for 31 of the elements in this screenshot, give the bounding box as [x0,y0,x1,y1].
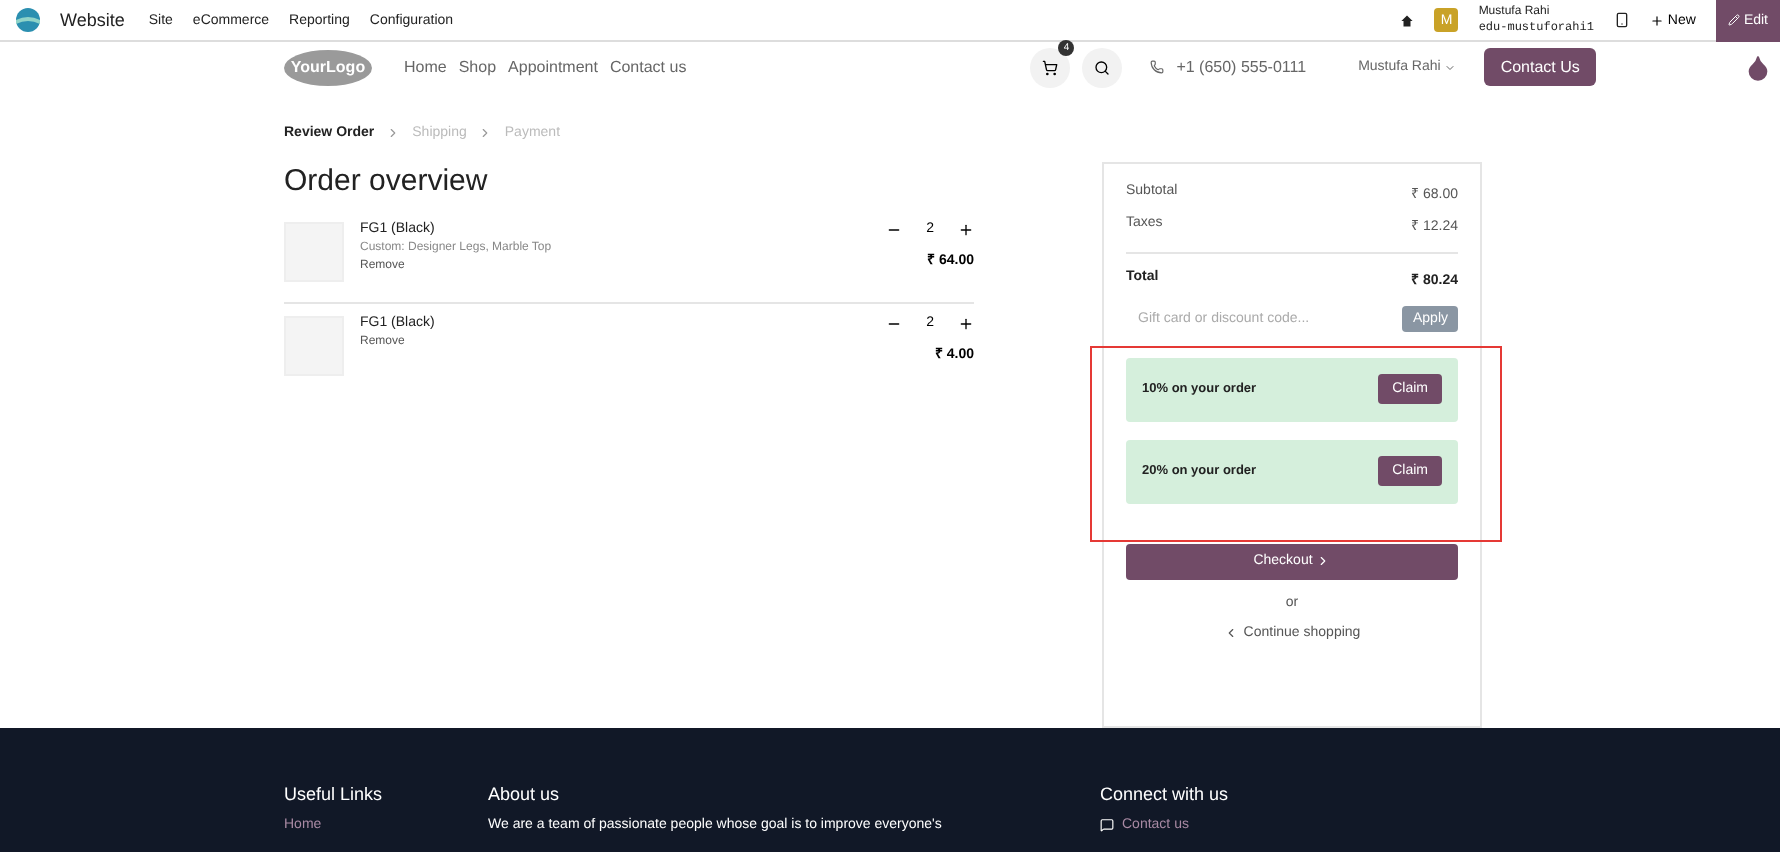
chevron-icon [478,125,493,140]
chat-icon [1100,817,1114,832]
app-logo-icon [16,8,40,32]
plus-icon [958,221,974,238]
nav-link[interactable]: Home [404,58,447,77]
nav-link[interactable]: Shop [458,58,497,77]
droplet-icon[interactable] [1744,53,1772,82]
chevron-icon [386,125,401,140]
phone-number: +1 (650) 555-0111 [1176,58,1307,77]
footer-heading: Useful Links [284,783,385,804]
plus-icon [1649,13,1664,27]
footer-heading: About us [488,783,562,804]
cart-icon [1042,59,1059,76]
plus-icon [958,315,974,332]
caret-icon [1444,61,1457,74]
nav-link[interactable]: Contact us [609,58,687,77]
pencil-icon [1727,14,1740,26]
contact-us-button[interactable]: Contact Us [1484,48,1596,87]
page-title: Order overview [284,163,490,198]
chevron-icon [1223,625,1238,640]
home-icon[interactable] [1400,13,1415,27]
app-name: Website [60,10,125,30]
phone-icon [1150,60,1165,75]
plus-button[interactable] [958,221,974,238]
chevron-icon [1316,554,1331,569]
search-button[interactable] [1082,47,1123,88]
nav-link[interactable]: Appointment [508,58,598,77]
search-icon [1094,59,1111,76]
mobile-icon[interactable] [1613,12,1630,28]
plus-button[interactable] [958,315,974,332]
footer-heading: Connect with us [1100,783,1231,804]
